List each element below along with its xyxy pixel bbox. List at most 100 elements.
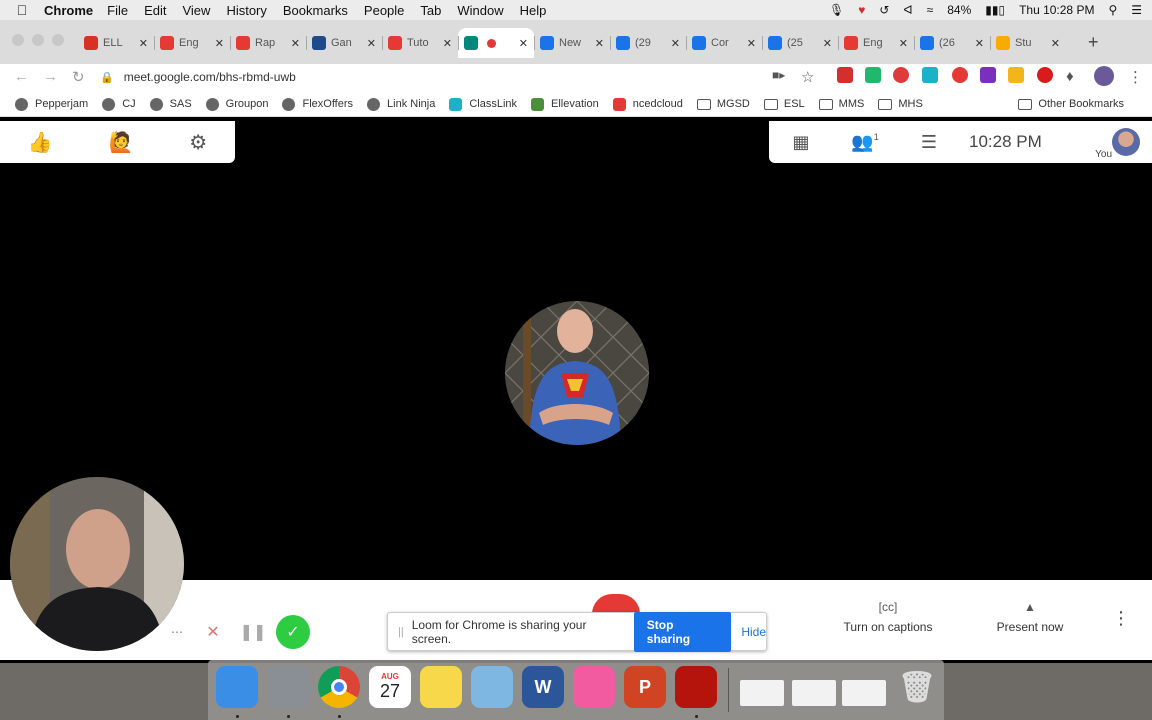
tab-close-icon[interactable]: ✕ (899, 37, 908, 50)
browser-tab[interactable]: Stu ✕ (990, 28, 1066, 58)
dock-chrome-icon[interactable] (318, 666, 360, 708)
browser-tab[interactable]: Eng ✕ (154, 28, 230, 58)
new-tab-button[interactable]: + (1088, 32, 1099, 53)
drag-handle-icon[interactable]: || (398, 626, 404, 638)
extension-calendar-icon[interactable] (837, 67, 853, 83)
hide-button[interactable]: Hide (741, 625, 766, 639)
menu-history[interactable]: History (226, 3, 266, 18)
settings-gear-icon[interactable]: ⚙ (189, 130, 207, 155)
dock-calendar-icon[interactable]: AUG 27 (369, 666, 411, 708)
apple-menu-icon[interactable]:  (0, 2, 44, 18)
browser-tab[interactable]: Eng ✕ (838, 28, 914, 58)
loom-finish-icon[interactable]: ✓ (276, 615, 310, 649)
menu-people[interactable]: People (364, 3, 404, 18)
more-options-icon[interactable]: ⋮ (1112, 608, 1130, 629)
bookmark-item[interactable]: ncedcloud (612, 97, 683, 111)
menu-file[interactable]: File (107, 3, 128, 18)
loom-cancel-icon[interactable]: ✕ (198, 617, 228, 647)
bookmark-item[interactable]: MHS (878, 98, 923, 110)
tab-close-icon[interactable]: ✕ (975, 37, 984, 50)
profile-avatar[interactable] (1094, 66, 1114, 86)
tab-close-icon[interactable]: ✕ (747, 37, 756, 50)
minimized-chrome-window-2[interactable] (792, 680, 836, 706)
loom-more-icon[interactable]: ⋯ (162, 617, 192, 647)
app-menu[interactable]: Chrome (44, 3, 93, 18)
chrome-menu-icon[interactable]: ⋮ (1128, 68, 1143, 86)
menu-bookmarks[interactable]: Bookmarks (283, 3, 348, 18)
captions-button[interactable]: [cc] Turn on captions (828, 600, 948, 634)
bookmark-item[interactable]: Groupon (205, 97, 268, 111)
dock-word-icon[interactable]: W (522, 666, 564, 708)
dock-launchpad-icon[interactable] (267, 666, 309, 708)
extension-record-icon[interactable] (893, 67, 909, 83)
chat-icon[interactable]: ☰ (897, 132, 961, 153)
leave-call-button[interactable] (592, 594, 640, 614)
camera-icon[interactable]: ■▸ (772, 68, 785, 82)
extension-screencast-icon[interactable] (922, 67, 938, 83)
bookmark-item[interactable]: FlexOffers (282, 97, 353, 111)
tab-close-icon[interactable]: ✕ (291, 37, 300, 50)
menu-edit[interactable]: Edit (144, 3, 166, 18)
dock-notes-icon[interactable] (420, 666, 462, 708)
bookmark-item[interactable]: ESL (763, 98, 805, 110)
url-text[interactable]: meet.google.com/bhs-rbmd-uwb (124, 70, 296, 84)
minimized-chrome-window-1[interactable] (740, 680, 784, 706)
puzzle-extensions-icon[interactable]: ♦ (1066, 68, 1074, 85)
extension-grammar-icon[interactable] (865, 67, 881, 83)
menu-tab[interactable]: Tab (420, 3, 441, 18)
grid-layout-icon[interactable]: ▦ (769, 132, 833, 153)
back-button[interactable]: ← (14, 68, 29, 85)
dock-acrobat-icon[interactable] (675, 666, 717, 708)
extension-loom-icon[interactable] (952, 67, 968, 83)
thumbs-up-icon[interactable]: 👍 (28, 130, 53, 155)
browser-tab[interactable]: (25 ✕ (762, 28, 838, 58)
time-machine-icon[interactable]: ↺ (879, 3, 889, 17)
lock-icon[interactable]: 🔒 (100, 71, 114, 84)
microphone-icon[interactable]: 🎙 (829, 3, 844, 17)
webcam-bubble[interactable] (10, 477, 184, 651)
bookmark-item[interactable]: Link Ninja (367, 97, 435, 111)
browser-tab[interactable]: ELL ✕ (78, 28, 154, 58)
bookmark-item[interactable]: Ellevation (531, 97, 599, 111)
bookmark-item[interactable]: ClassLink (449, 97, 517, 111)
wifi-icon[interactable]: ≈ (927, 3, 934, 17)
extension-hand-icon[interactable] (1008, 67, 1024, 83)
dock-finder-icon[interactable] (216, 666, 258, 708)
tab-close-icon[interactable]: ✕ (595, 37, 604, 50)
tab-close-icon[interactable]: ✕ (671, 37, 680, 50)
dock-powerpoint-icon[interactable]: P (624, 666, 666, 708)
tab-close-icon[interactable]: ✕ (443, 37, 452, 50)
menu-window[interactable]: Window (457, 3, 503, 18)
browser-tab[interactable]: Gan ✕ (306, 28, 382, 58)
browser-tab[interactable]: ✕ (458, 28, 534, 58)
trash-icon[interactable]: 🗑 (896, 666, 938, 708)
address-bar[interactable]: 🔒 meet.google.com/bhs-rbmd-uwb (100, 65, 830, 89)
bluetooth-icon[interactable]: ᐊ (903, 3, 912, 17)
raise-hand-icon[interactable]: 🙋 (109, 130, 134, 155)
close-window-button[interactable] (12, 34, 24, 46)
menu-view[interactable]: View (182, 3, 210, 18)
star-icon[interactable]: ☆ (801, 68, 814, 86)
browser-tab[interactable]: Tuto ✕ (382, 28, 458, 58)
browser-tab[interactable]: Rap ✕ (230, 28, 306, 58)
control-list-icon[interactable]: ☰ (1131, 3, 1142, 17)
bookmark-item[interactable]: MMS (818, 98, 864, 110)
bookmark-item[interactable]: SAS (149, 97, 192, 111)
tab-close-icon[interactable]: ✕ (519, 37, 528, 50)
bookmark-item[interactable]: CJ (102, 97, 136, 111)
heart-icon[interactable]: ♥ (858, 3, 865, 17)
bookmark-item[interactable]: MGSD (696, 98, 750, 110)
browser-tab[interactable]: (29 ✕ (610, 28, 686, 58)
minimize-window-button[interactable] (32, 34, 44, 46)
tab-close-icon[interactable]: ✕ (139, 37, 148, 50)
dock-itunes-icon[interactable] (573, 666, 615, 708)
reload-button[interactable]: ↻ (72, 68, 85, 86)
zoom-window-button[interactable] (52, 34, 64, 46)
other-bookmarks[interactable]: Other Bookmarks (1018, 98, 1124, 110)
loom-pause-icon[interactable]: ❚❚ (238, 617, 268, 647)
tab-close-icon[interactable]: ✕ (823, 37, 832, 50)
tab-close-icon[interactable]: ✕ (367, 37, 376, 50)
browser-tab[interactable]: (26 ✕ (914, 28, 990, 58)
battery-percent[interactable]: 84% (947, 3, 971, 17)
dock-preview-icon[interactable] (471, 666, 513, 708)
